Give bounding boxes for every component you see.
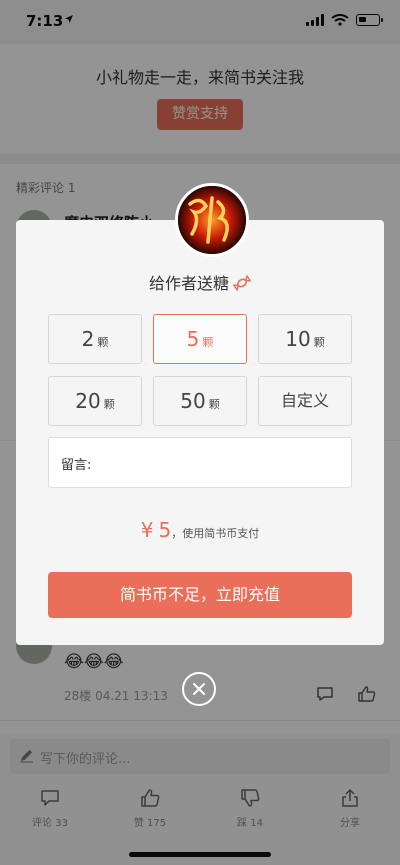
reward-modal: 给作者送糖 2颗 5颗 10 颗 20 颗 50 颗 自定义 留言: ¥ 5，使用简书… (16, 220, 384, 645)
modal-title: 给作者送糖 (16, 270, 384, 296)
option-unit: 颗 (103, 398, 115, 411)
recharge-button[interactable]: 简书币不足，立即充值 (48, 572, 352, 618)
option-amount: 20 (75, 389, 101, 413)
price-line: ¥ 5，使用简书币支付 (16, 518, 384, 542)
modal-title-text: 给作者送糖 (148, 274, 229, 293)
message-label: 留言: (61, 458, 92, 473)
option-amount: 2 (81, 327, 95, 351)
close-button[interactable] (182, 672, 216, 706)
sugar-option-50[interactable]: 50 颗 (153, 376, 247, 426)
option-unit: 颗 (202, 336, 214, 349)
price-currency: ¥ (140, 518, 154, 542)
payment-note: ，使用简书币支付 (171, 527, 260, 540)
option-amount: 50 (180, 389, 206, 413)
author-avatar (175, 183, 249, 257)
sugar-option-custom[interactable]: 自定义 (258, 376, 352, 426)
option-unit: 颗 (97, 336, 109, 349)
option-unit: 颗 (208, 398, 220, 411)
option-amount: 5 (186, 327, 200, 351)
sugar-option-5[interactable]: 5颗 (153, 314, 247, 364)
option-unit: 颗 (313, 336, 325, 349)
close-icon (193, 683, 205, 695)
price-amount: 5 (158, 518, 172, 542)
sugar-option-20[interactable]: 20 颗 (48, 376, 142, 426)
sugar-option-2[interactable]: 2颗 (48, 314, 142, 364)
candy-icon (233, 274, 251, 296)
sugar-option-10[interactable]: 10 颗 (258, 314, 352, 364)
option-amount: 10 (285, 327, 311, 351)
message-input[interactable]: 留言: (48, 437, 352, 488)
